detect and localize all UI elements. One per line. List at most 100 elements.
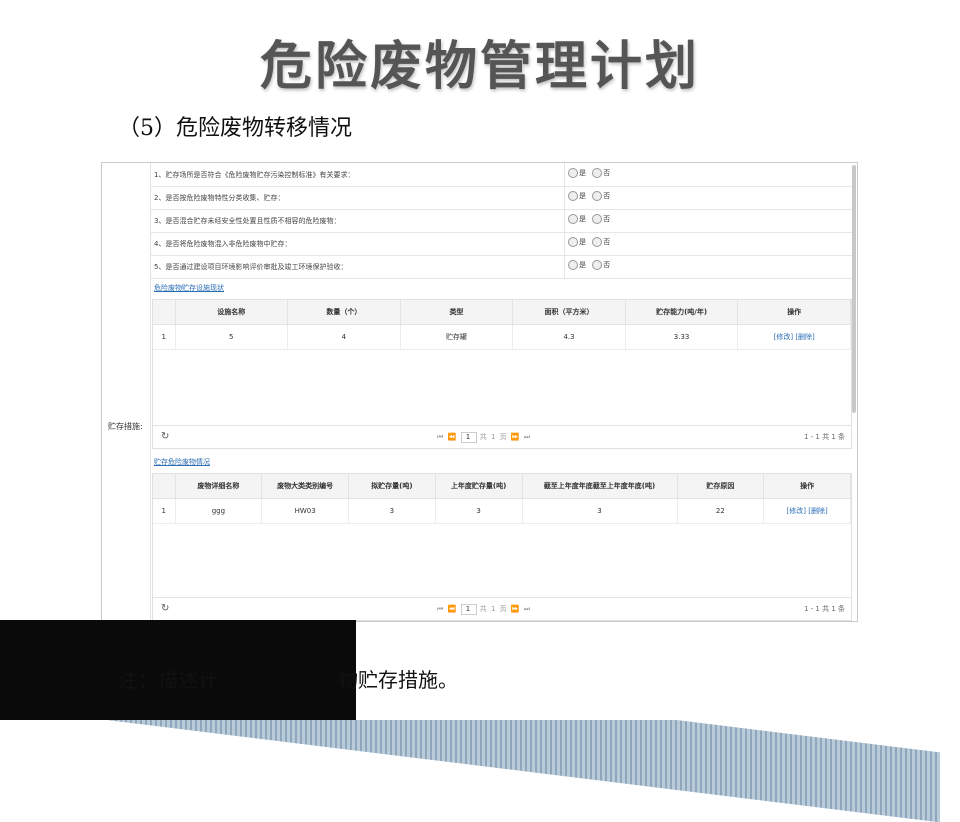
scrollbar[interactable] <box>852 165 856 413</box>
footnote: 注：描述计 物贮存措施。 <box>118 664 458 693</box>
no-label: 否 <box>603 215 611 223</box>
column-header[interactable]: 上年度贮存量(吨) <box>435 474 523 499</box>
column-header[interactable]: 拟贮存量(吨) <box>348 474 436 499</box>
delete-link[interactable]: [删除] <box>808 507 827 515</box>
column-header[interactable]: 贮存能力(吨/年) <box>625 300 739 325</box>
question-row: 5、是否通过建设项目环境影响评价审批及竣工环境保护验收： 是 否 <box>150 255 852 279</box>
column-header[interactable]: 废物大类类别编号 <box>261 474 349 499</box>
column-header[interactable]: 贮存原因 <box>677 474 765 499</box>
row-index: 1 <box>153 498 176 524</box>
page-input[interactable]: 1 <box>460 432 477 443</box>
capacity-cell: 3.33 <box>625 324 739 350</box>
table-row[interactable]: 1 5 4 贮存罐 4.3 3.33 [修改] [删除] <box>153 324 851 350</box>
delete-link[interactable]: [删除] <box>795 333 814 341</box>
radio-yes[interactable] <box>568 260 578 270</box>
total-pages: 共 1 页 <box>479 605 508 613</box>
record-count: 1 - 1 共 1 条 <box>803 605 845 613</box>
facility-table: 设施名称 数量（个） 类型 面积（平方米） 贮存能力(吨/年) 操作 1 5 4… <box>153 300 851 350</box>
facility-table-panel: 设施名称 数量（个） 类型 面积（平方米） 贮存能力(吨/年) 操作 1 5 4… <box>152 299 852 449</box>
question-text: 5、是否通过建设项目环境影响评价审批及竣工环境保护验收： <box>154 263 348 271</box>
yes-label: 是 <box>579 238 586 246</box>
table-row[interactable]: 1 ggg HW03 3 3 3 22 [修改] [删除] <box>153 498 851 524</box>
waste-table-panel: 废物详细名称 废物大类类别编号 拟贮存量(吨) 上年度贮存量(吨) 截至上年度年… <box>152 473 852 621</box>
last-year-storage-cell: 3 <box>435 498 523 524</box>
quantity-cell: 4 <box>287 324 401 350</box>
operations-cell: [修改] [删除] <box>763 498 851 524</box>
radio-yes[interactable] <box>568 237 578 247</box>
radio-group: 是 否 <box>568 260 614 270</box>
next-page-icon[interactable]: ⏩ <box>511 433 521 441</box>
yes-label: 是 <box>579 169 586 177</box>
column-header[interactable]: 类型 <box>400 300 514 325</box>
waste-section-link[interactable]: 贮存危险废物情况 <box>154 457 210 467</box>
row-index-header <box>153 300 176 325</box>
radio-group: 是 否 <box>568 214 614 224</box>
type-cell: 贮存罐 <box>400 324 514 350</box>
last-page-icon[interactable]: ⏭ <box>524 433 531 441</box>
first-page-icon[interactable]: ⏮ <box>437 605 444 613</box>
row-index-header <box>153 474 176 499</box>
radio-group: 是 否 <box>568 237 614 247</box>
next-page-icon[interactable]: ⏩ <box>511 605 521 613</box>
column-header[interactable]: 面积（平方米） <box>512 300 626 325</box>
no-label: 否 <box>603 238 611 246</box>
question-text: 2、是否按危险废物特性分类收集、贮存： <box>154 194 285 202</box>
left-column: 贮存措施: <box>102 163 151 621</box>
divider <box>564 255 565 278</box>
divider <box>564 209 565 232</box>
first-page-icon[interactable]: ⏮ <box>437 433 444 441</box>
radio-no[interactable] <box>592 214 603 224</box>
refresh-icon[interactable]: ↻ <box>161 431 169 442</box>
radio-yes[interactable] <box>568 168 578 178</box>
total-pages: 共 1 页 <box>479 433 508 441</box>
no-label: 否 <box>603 169 611 177</box>
radio-no[interactable] <box>592 237 603 247</box>
record-count: 1 - 1 共 1 条 <box>803 433 845 441</box>
page-navigation: ⏮ ⏪ 1 共 1 页 ⏩ ⏭ <box>437 604 531 615</box>
radio-no[interactable] <box>592 168 603 178</box>
yes-label: 是 <box>579 261 586 269</box>
radio-yes[interactable] <box>568 191 578 201</box>
table-header-row: 设施名称 数量（个） 类型 面积（平方米） 贮存能力(吨/年) 操作 <box>153 300 851 325</box>
question-text: 4、是否将危险废物混入非危险废物中贮存： <box>154 240 292 248</box>
question-row: 4、是否将危险废物混入非危险废物中贮存： 是 否 <box>150 232 852 256</box>
edit-link[interactable]: [修改] <box>787 507 806 515</box>
edit-link[interactable]: [修改] <box>774 333 793 341</box>
table-header-row: 废物详细名称 废物大类类别编号 拟贮存量(吨) 上年度贮存量(吨) 截至上年度年… <box>153 474 851 499</box>
question-row: 1、贮存场所是否符合《危险废物贮存污染控制标准》有关要求： 是 否 <box>150 163 852 187</box>
waste-table: 废物详细名称 废物大类类别编号 拟贮存量(吨) 上年度贮存量(吨) 截至上年度年… <box>153 474 851 524</box>
column-header[interactable]: 数量（个） <box>287 300 401 325</box>
no-label: 否 <box>603 192 611 200</box>
facility-name-cell: 5 <box>175 324 289 350</box>
pager: ↻ ⏮ ⏪ 1 共 1 页 ⏩ ⏭ 1 - 1 共 1 条 <box>153 597 851 620</box>
storage-measures-label: 贮存措施: <box>108 422 143 431</box>
last-page-icon[interactable]: ⏭ <box>524 605 531 613</box>
radio-no[interactable] <box>592 260 603 270</box>
slide-title: 危险废物管理计划 <box>259 37 700 97</box>
page-navigation: ⏮ ⏪ 1 共 1 页 ⏩ ⏭ <box>437 432 531 443</box>
row-index: 1 <box>153 324 176 350</box>
radio-no[interactable] <box>592 191 603 201</box>
yes-label: 是 <box>579 192 586 200</box>
column-header[interactable]: 设施名称 <box>175 300 289 325</box>
divider <box>564 186 565 209</box>
column-header[interactable]: 废物详细名称 <box>175 474 263 499</box>
footnote-part-1: 注：描述计 <box>118 668 218 692</box>
category-code-cell: HW03 <box>261 498 349 524</box>
prev-page-icon[interactable]: ⏪ <box>448 605 458 613</box>
waste-name-cell: ggg <box>175 498 263 524</box>
prev-page-icon[interactable]: ⏪ <box>448 433 458 441</box>
facility-section-link[interactable]: 危险废物贮存设施现状 <box>154 283 224 293</box>
area-cell: 4.3 <box>512 324 626 350</box>
pager: ↻ ⏮ ⏪ 1 共 1 页 ⏩ ⏭ 1 - 1 共 1 条 <box>153 425 851 448</box>
refresh-icon[interactable]: ↻ <box>161 603 169 614</box>
planned-storage-cell: 3 <box>348 498 436 524</box>
page-input[interactable]: 1 <box>460 604 477 615</box>
column-header: 操作 <box>763 474 851 499</box>
operations-cell: [修改] [删除] <box>737 324 851 350</box>
column-header: 操作 <box>737 300 851 325</box>
column-header[interactable]: 截至上年度年底截至上年度年底(吨) <box>522 474 678 499</box>
slide-subtitle: （5）危险废物转移情况 <box>118 116 352 141</box>
question-row: 2、是否按危险废物特性分类收集、贮存： 是 否 <box>150 186 852 210</box>
radio-yes[interactable] <box>568 214 578 224</box>
